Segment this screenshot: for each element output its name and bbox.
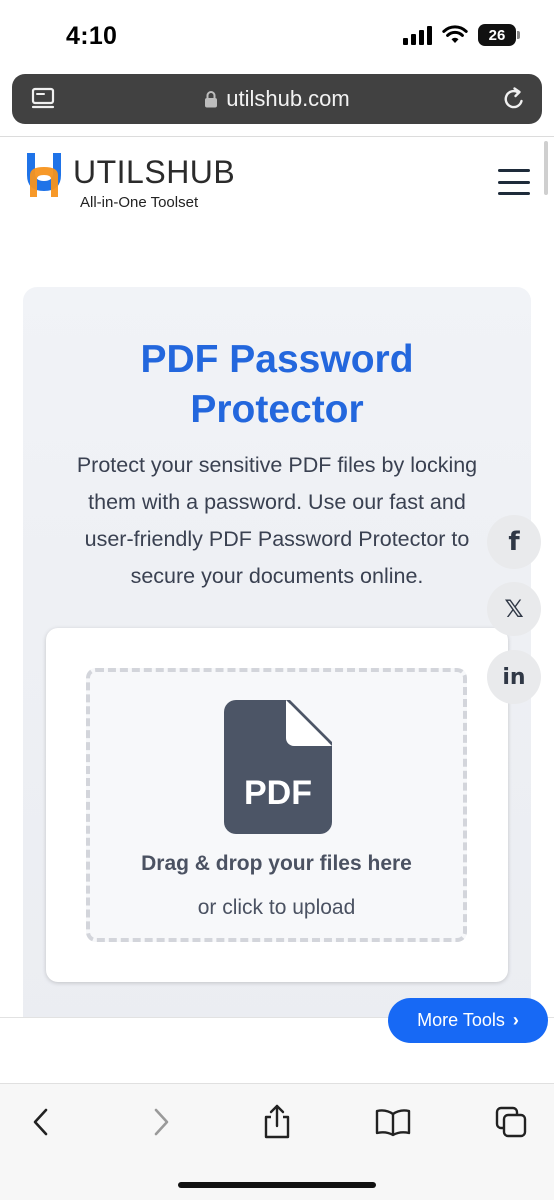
upload-panel: PDF Drag & drop your files here or click… — [46, 628, 508, 982]
description-line: them with a password. Use our fast and — [88, 490, 466, 514]
tabs-icon — [495, 1106, 527, 1138]
back-button[interactable] — [21, 1102, 61, 1142]
tool-description: Protect your sensitive PDF files by lock… — [43, 447, 511, 595]
file-dropzone[interactable]: PDF Drag & drop your files here or click… — [86, 668, 467, 942]
facebook-icon: f — [508, 527, 520, 557]
page-menu-icon[interactable] — [30, 86, 56, 112]
x-icon: 𝕏 — [504, 595, 524, 623]
dropzone-subtitle: or click to upload — [197, 896, 356, 919]
status-time: 4:10 — [66, 22, 118, 50]
chevron-right-icon: › — [512, 1010, 519, 1030]
x-share-button[interactable]: 𝕏 — [487, 582, 541, 636]
status-indicators: 26 — [403, 24, 520, 46]
site-tagline: All-in-One Toolset — [80, 194, 199, 211]
tool-card: PDF Password Protector Protect your sens… — [23, 287, 531, 1047]
site-header: UTILSHUB All-in-One Toolset — [0, 137, 554, 232]
description-line: secure your documents online. — [130, 564, 424, 588]
home-indicator[interactable] — [178, 1182, 376, 1188]
hamburger-menu-icon[interactable] — [498, 169, 532, 195]
description-line: user-friendly PDF Password Protector to — [84, 527, 470, 551]
reload-icon[interactable] — [500, 85, 528, 113]
description-line: Protect your sensitive PDF files by lock… — [76, 453, 478, 477]
address-bar[interactable]: utilshub.com — [12, 74, 542, 124]
chevron-right-icon — [154, 1108, 169, 1136]
facebook-share-button[interactable]: f — [487, 515, 541, 569]
lock-icon — [205, 91, 218, 108]
page-title-line-2: Protector — [190, 388, 364, 431]
url-display[interactable]: utilshub.com — [204, 86, 350, 112]
url-text: utilshub.com — [226, 86, 350, 111]
pdf-icon-label: PDF — [244, 774, 312, 812]
chevron-left-icon — [33, 1108, 48, 1136]
page-title-line-1: PDF Password — [140, 338, 414, 381]
utilshub-logo-icon[interactable] — [24, 151, 64, 199]
wifi-icon — [442, 25, 468, 43]
battery-level: 26 — [488, 26, 506, 44]
battery-icon: 26 — [478, 24, 520, 46]
share-icon — [264, 1104, 290, 1139]
more-tools-button[interactable]: More Tools › — [388, 998, 548, 1043]
linkedin-icon: in — [502, 664, 526, 690]
linkedin-share-button[interactable]: in — [487, 650, 541, 704]
bookmarks-button[interactable] — [373, 1102, 413, 1142]
scrollbar[interactable] — [544, 141, 548, 195]
page-title: PDF Password Protector — [23, 335, 531, 435]
forward-button[interactable] — [141, 1102, 181, 1142]
pdf-file-icon: PDF — [224, 700, 332, 834]
dropzone-title: Drag & drop your files here — [141, 852, 412, 875]
book-icon — [375, 1109, 411, 1137]
share-button[interactable] — [257, 1102, 297, 1142]
site-logo-text[interactable]: UTILSHUB — [73, 154, 235, 191]
more-tools-label: More Tools — [417, 1010, 505, 1030]
cellular-signal-icon — [403, 25, 432, 45]
tabs-button[interactable] — [491, 1102, 531, 1142]
status-bar: 4:10 26 — [0, 0, 554, 70]
